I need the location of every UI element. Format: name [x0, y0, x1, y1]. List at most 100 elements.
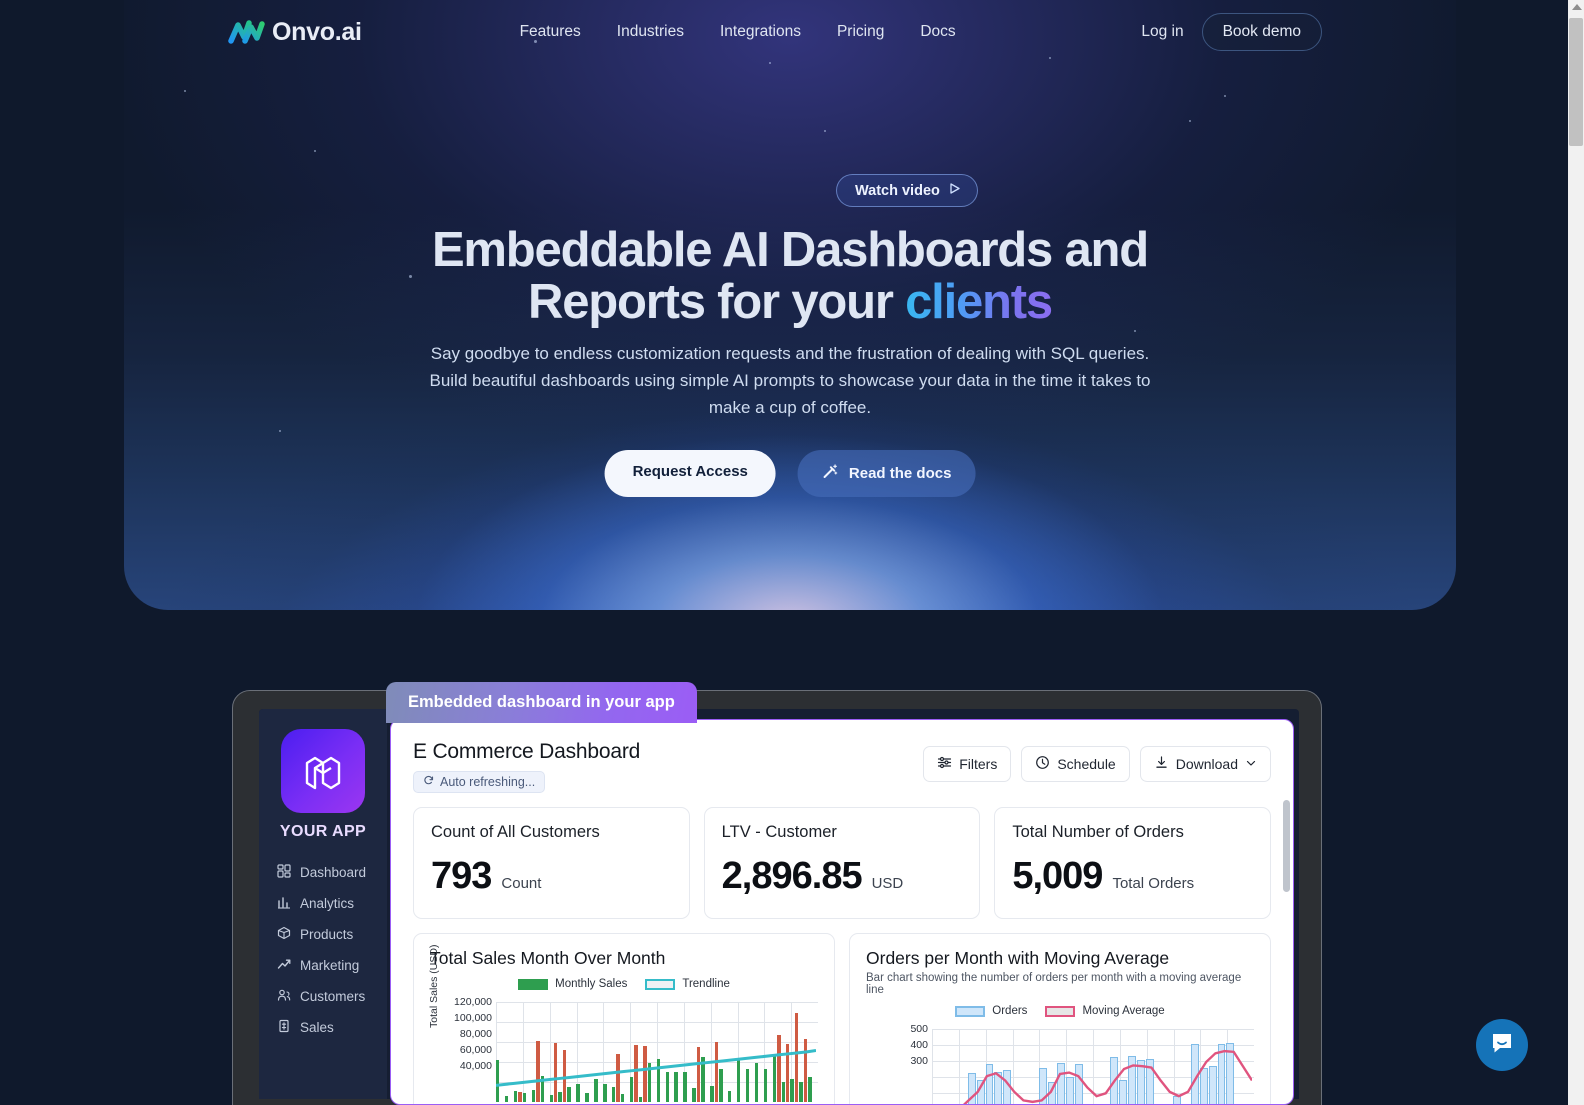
y-axis-tick: 500: [910, 1023, 928, 1035]
hero-subtitle: Say goodbye to endless customization req…: [429, 344, 1151, 417]
y-axis-tick: 80,000: [459, 1028, 492, 1040]
hero-title-line2: Reports for your clients: [290, 276, 1290, 328]
download-label: Download: [1175, 756, 1238, 772]
chart-plot-area-2: 500 400 300: [866, 1021, 1254, 1104]
dashboard-scroll-thumb[interactable]: [1283, 800, 1290, 892]
nav-link-features[interactable]: Features: [520, 23, 581, 41]
sidebar-item-sales[interactable]: Sales: [259, 1012, 387, 1043]
chart-row: Total Sales Month Over Month Monthly Sal…: [391, 919, 1293, 1104]
nav-link-docs[interactable]: Docs: [920, 23, 955, 41]
status-badge: Auto refreshing...: [413, 771, 546, 793]
page-scroll-thumb[interactable]: [1569, 18, 1583, 146]
y-axis-tick: 300: [910, 1055, 928, 1067]
filters-label: Filters: [959, 756, 998, 772]
embedded-dashboard-badge: Embedded dashboard in your app: [386, 682, 697, 723]
schedule-label: Schedule: [1057, 756, 1116, 772]
refresh-icon: [423, 775, 434, 789]
app-nav: Dashboard Analytics Products Marketing C…: [259, 857, 387, 1043]
login-link[interactable]: Log in: [1141, 23, 1183, 41]
legend-label: Moving Average: [1082, 1005, 1165, 1017]
brand-logo-link[interactable]: Onvo.ai: [228, 17, 362, 47]
kpi-label: Count of All Customers: [431, 823, 600, 841]
schedule-button[interactable]: Schedule: [1021, 746, 1130, 782]
sidebar-item-dashboard[interactable]: Dashboard: [259, 857, 387, 888]
kpi-unit: Total Orders: [1112, 875, 1195, 892]
download-button[interactable]: Download: [1139, 746, 1271, 782]
onvo-wave-logo-icon: [228, 17, 266, 47]
chart-card-total-sales: Total Sales Month Over Month Monthly Sal…: [413, 933, 835, 1104]
filters-button[interactable]: Filters: [923, 746, 1012, 782]
chevron-down-icon: [1245, 756, 1257, 772]
sidebar-item-analytics[interactable]: Analytics: [259, 888, 387, 919]
play-triangle-icon: [948, 182, 961, 199]
kpi-card-count-of-all-customers: Count of All Customers 793 Count: [413, 807, 690, 919]
y-axis-tick: 120,000: [454, 996, 492, 1008]
nav-link-industries[interactable]: Industries: [617, 23, 684, 41]
kpi-value-row: 2,896.85 USD: [722, 855, 963, 898]
watch-video-button[interactable]: Watch video: [836, 174, 978, 207]
filters-icon: [937, 755, 952, 773]
clock-icon: [1035, 755, 1050, 773]
kpi-value: 793: [431, 855, 492, 897]
chart-subtitle: Bar chart showing the number of orders p…: [866, 972, 1242, 996]
kpi-unit: USD: [871, 875, 904, 892]
sidebar-item-label: Marketing: [300, 958, 360, 973]
hero-title-line1: Embeddable AI Dashboards and: [431, 223, 1149, 277]
hero-title: Embeddable AI Dashboards and Reports for…: [290, 224, 1290, 328]
page-scrollbar[interactable]: [1568, 0, 1584, 1105]
y-axis-tick: 100,000: [454, 1012, 492, 1024]
watch-video-label: Watch video: [855, 182, 940, 199]
chart-legend: Orders Moving Average: [866, 1005, 1254, 1017]
kpi-value: 2,896.85: [721, 855, 863, 897]
app-sidebar: YOUR APP Dashboard Analytics Products Ma…: [259, 709, 387, 1099]
kpi-value-row: 793 Count: [431, 855, 672, 898]
hero-title-line2-prefix: Reports for your: [528, 275, 906, 329]
sidebar-item-products[interactable]: Products: [259, 919, 387, 950]
sidebar-item-label: Sales: [300, 1020, 334, 1035]
book-demo-button[interactable]: Book demo: [1201, 13, 1322, 51]
kpi-label: LTV - Customer: [721, 823, 837, 841]
chart-title: Orders per Month with Moving Average: [866, 948, 1170, 968]
read-the-docs-label: Read the docs: [848, 465, 952, 482]
legend-label: Orders: [992, 1005, 1028, 1017]
sidebar-item-customers[interactable]: Customers: [259, 981, 387, 1012]
sidebar-item-marketing[interactable]: Marketing: [259, 950, 387, 981]
y-axis-tick: 60,000: [459, 1044, 492, 1056]
legend-item: Trendline: [645, 978, 730, 990]
bar-chart-icon: [277, 895, 291, 912]
users-icon: [277, 988, 291, 1005]
legend-item: Moving Average: [1045, 1005, 1165, 1017]
legend-item: Monthly Sales: [518, 978, 627, 990]
request-access-button[interactable]: Request Access: [604, 450, 776, 497]
y-axis-tick: 400: [910, 1039, 928, 1051]
kpi-unit: Count: [501, 875, 542, 892]
dashboard-actions: Filters Schedule Download: [923, 740, 1271, 782]
kpi-card-total-number-of-orders: Total Number of Orders 5,009 Total Order…: [994, 807, 1272, 919]
read-the-docs-button[interactable]: Read the docs: [797, 450, 976, 497]
kpi-card-ltv-customer: LTV - Customer 2,896.85 USD: [703, 807, 981, 919]
page-title: E Commerce Dashboard: [413, 740, 641, 763]
auto-refresh-label: Auto refreshing...: [440, 775, 536, 789]
grid-icon: [277, 864, 291, 881]
intercom-chat-button[interactable]: [1476, 1019, 1528, 1071]
dashboard-header: E Commerce Dashboard Auto refreshing... …: [391, 720, 1293, 793]
nav-link-pricing[interactable]: Pricing: [837, 23, 884, 41]
download-icon: [1154, 755, 1169, 773]
nav-actions: Log in Book demo: [1141, 13, 1322, 51]
kpi-value-row: 5,009 Total Orders: [1012, 855, 1253, 898]
legend-swatch-moving-average: [1045, 1005, 1076, 1017]
legend-item: Orders: [955, 1005, 1027, 1017]
kpi-row: Count of All Customers 793 Count LTV - C…: [391, 793, 1293, 919]
page-root: Onvo.ai Features Industries Integrations…: [0, 0, 1584, 1105]
kpi-value: 5,009: [1012, 855, 1103, 897]
app-name: YOUR APP: [279, 823, 367, 840]
cube-app-logo-icon: [281, 729, 365, 813]
receipt-icon: [277, 1019, 291, 1036]
scroll-up-arrow-icon[interactable]: [1572, 4, 1582, 10]
dashboard-scrollbar[interactable]: [1283, 800, 1290, 1090]
top-navigation: Onvo.ai Features Industries Integrations…: [0, 0, 1568, 64]
embedded-dashboard-card: E Commerce Dashboard Auto refreshing... …: [390, 719, 1294, 1105]
sidebar-item-label: Products: [300, 927, 354, 942]
box-icon: [277, 926, 291, 943]
nav-link-integrations[interactable]: Integrations: [720, 23, 801, 41]
